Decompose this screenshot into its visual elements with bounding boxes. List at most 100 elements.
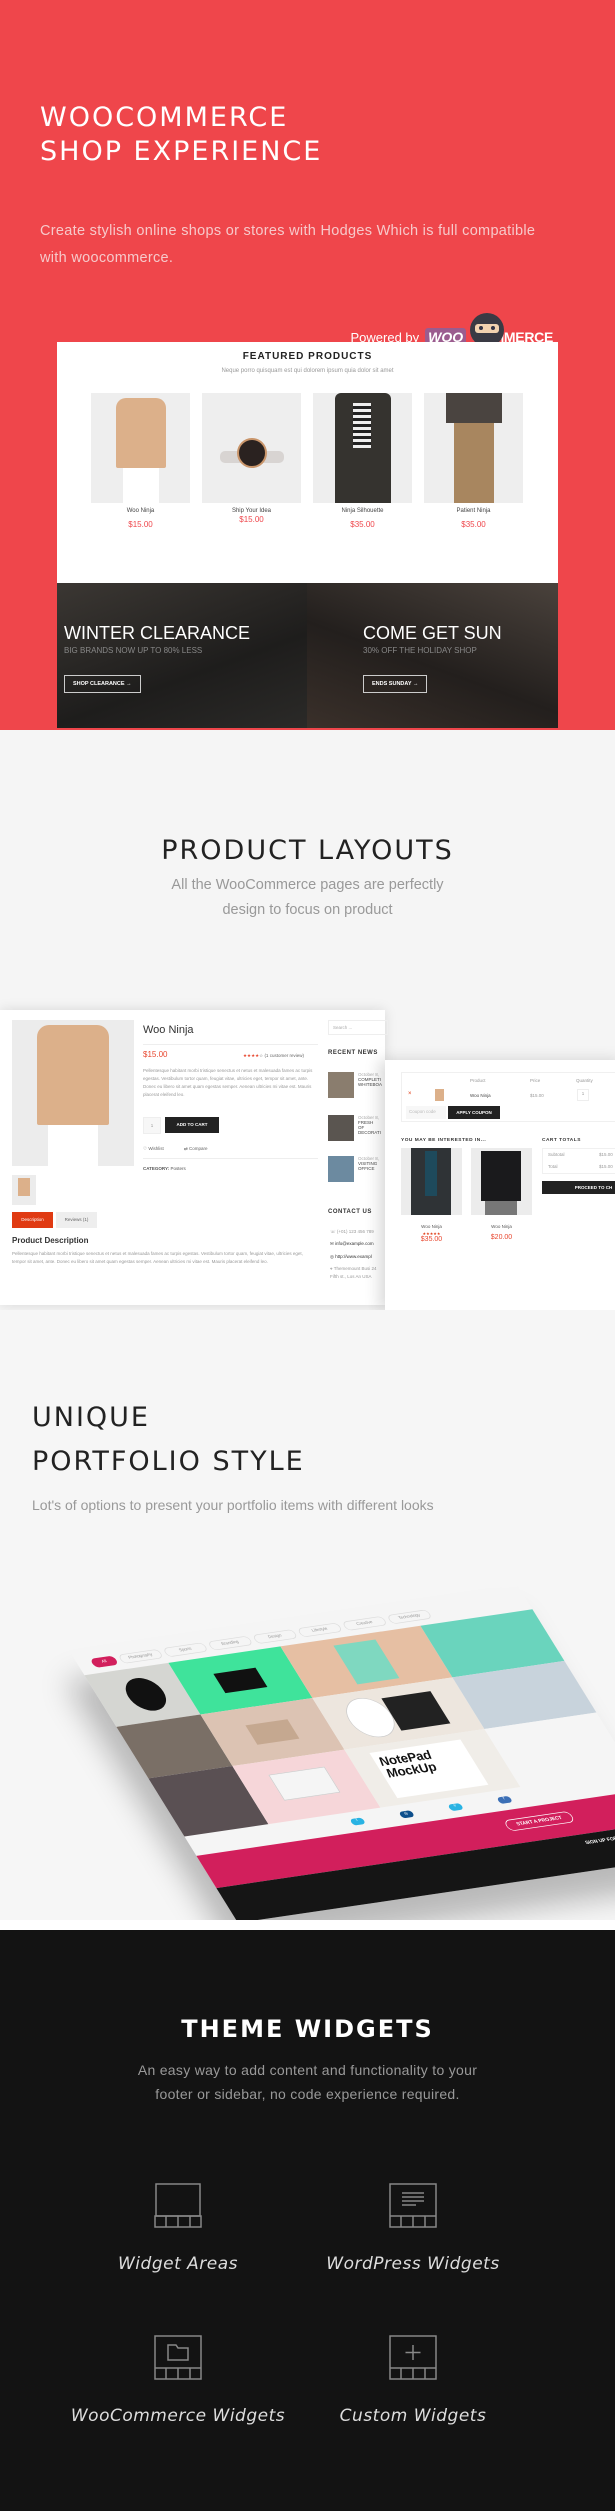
coupon-code-input[interactable]: Coupon code (406, 1106, 446, 1119)
widget-feature-widget-areas: Widget Areas (68, 2183, 288, 2274)
product-image-trousers[interactable] (424, 393, 523, 503)
woocommerce-widgets-icon (154, 2335, 202, 2380)
suggested-product[interactable]: Woo Ninja ★★★★★ $35.00 (401, 1148, 462, 1243)
phone-text: (+01) 123 456 789 (336, 1229, 374, 1234)
product-card[interactable]: Ship Your Idea $15.00 (202, 393, 301, 524)
category-link[interactable]: Posters (170, 1166, 185, 1171)
banner-subtitle: BIG BRANDS NOW UP TO 80% LESS (64, 646, 203, 655)
product-name[interactable]: Woo Ninja (91, 508, 190, 514)
product-name[interactable]: Ninja Silhouette (313, 508, 412, 514)
news-title[interactable]: COMPLETI WHITEBOA (358, 1077, 382, 1087)
quantity-input[interactable]: 1 (143, 1117, 161, 1134)
tab-description[interactable]: Description (12, 1212, 53, 1228)
contact-phone: ☏ (+01) 123 456 789 (330, 1229, 374, 1234)
product-card[interactable]: Ninja Silhouette $35.00 (313, 393, 412, 529)
total-value: $15.00 (599, 1164, 613, 1169)
single-product-screenshot: Woo Ninja $15.00 ★★★★☆ (1 customer revie… (0, 1010, 388, 1305)
category-label: CATEGORY: (143, 1166, 170, 1171)
divider (0, 1920, 615, 1930)
ends-sunday-button[interactable]: ENDS SUNDAY → (363, 675, 428, 693)
product-image-jacket[interactable] (313, 393, 412, 503)
dribbble-icon[interactable]: ◎ (398, 1810, 415, 1819)
widget-feature-custom-widgets: Custom Widgets (303, 2335, 523, 2426)
arrow-right-icon: → (412, 681, 419, 687)
filter-all[interactable]: All (89, 1655, 119, 1668)
review-count[interactable]: (1 customer review) (264, 1053, 304, 1058)
compare-label: Compare (189, 1146, 208, 1151)
compare-link[interactable]: ⇄ Compare (184, 1146, 208, 1152)
news-item[interactable]: October 8, VISITING OFFICE (328, 1156, 379, 1182)
proceed-to-checkout-button[interactable]: PROCEED TO CH (542, 1181, 615, 1194)
description-heading: Product Description (12, 1236, 89, 1245)
suggested-price: $20.00 (490, 1234, 513, 1241)
hero-title-line1: WOOCOMMERCE (40, 102, 289, 133)
wishlist-link[interactable]: ♡ Wishlist (143, 1146, 164, 1152)
winter-clearance-banner[interactable]: WINTER CLEARANCE BIG BRANDS NOW UP TO 80… (57, 583, 307, 728)
shop-clearance-button[interactable]: SHOP CLEARANCE → (64, 675, 141, 693)
suggested-product-image[interactable] (471, 1148, 532, 1215)
portfolio-title-line2: PORTFOLIO STYLE (32, 1446, 305, 1477)
add-to-cart-button[interactable]: ADD TO CART (165, 1117, 219, 1133)
product-card[interactable]: Woo Ninja $15.00 (91, 393, 190, 529)
subtotal-value: $15.00 (599, 1152, 613, 1157)
banner-subtitle: 30% OFF THE HOLIDAY SHOP (363, 646, 477, 655)
tab-reviews[interactable]: Reviews (1) (56, 1212, 97, 1228)
suggested-product-image[interactable] (401, 1148, 462, 1215)
product-name[interactable]: Patient Ninja (424, 508, 523, 514)
suggested-name[interactable]: Woo Ninja (401, 1223, 462, 1231)
suggested-price: $35.00 (420, 1236, 443, 1243)
banner-title: WINTER CLEARANCE (64, 623, 251, 643)
col-quantity: Quantity (576, 1078, 593, 1083)
woocommerce-hero-section: WOOCOMMERCE SHOP EXPERIENCE Create styli… (0, 0, 615, 730)
cart-item-name[interactable]: Woo Ninja (470, 1092, 491, 1100)
portfolio-title-line1: UNIQUE (32, 1402, 150, 1433)
product-price: $15.00 (239, 515, 264, 524)
facebook-icon[interactable]: f (496, 1795, 513, 1805)
filter-photography[interactable]: Photography (117, 1648, 164, 1664)
filter-branding[interactable]: Branding (207, 1635, 254, 1651)
wishlist-label: Wishlist (148, 1146, 164, 1151)
product-name[interactable]: Ship Your Idea (202, 508, 301, 514)
contact-email[interactable]: ✉ info@example.com (330, 1240, 385, 1248)
come-get-sun-banner[interactable]: COME GET SUN 30% OFF THE HOLIDAY SHOP EN… (307, 583, 558, 728)
hero-subtitle: Create stylish online shops or stores wi… (40, 223, 536, 266)
banner-title: COME GET SUN (363, 623, 502, 643)
twitter-icon[interactable]: t (349, 1817, 366, 1826)
filter-lifestyle[interactable]: Lifestyle (296, 1622, 343, 1638)
layouts-title: PRODUCT LAYOUTS (161, 835, 454, 866)
news-title[interactable]: FRESH OF DECORATI (358, 1120, 381, 1135)
col-price: Price (530, 1078, 541, 1083)
address-text: Thememount Busi 24 Fifth st., Los An USA (330, 1266, 377, 1279)
apply-coupon-button[interactable]: APPLY COUPON (448, 1106, 500, 1119)
button-label: ENDS SUNDAY (372, 681, 412, 687)
featured-subtitle: Neque porro quisquam est qui dolorem ips… (221, 368, 394, 374)
hero-title-line2: SHOP EXPERIENCE (40, 136, 323, 167)
vimeo-icon[interactable]: v (447, 1802, 464, 1812)
product-image-watch[interactable] (202, 393, 301, 503)
product-thumbnail[interactable] (12, 1175, 36, 1205)
start-project-button[interactable]: START A PROJECT (503, 1810, 576, 1832)
layouts-subtitle-line2: design to focus on product (222, 902, 393, 918)
featured-title: FEATURED PRODUCTS (242, 351, 373, 362)
star-rating-icon: ★★★★ (243, 1053, 260, 1058)
product-rating: ★★★★☆ (1 customer review) (243, 1053, 304, 1058)
suggested-product[interactable]: Woo Ninja $20.00 (471, 1148, 532, 1241)
filter-technology[interactable]: Technology (386, 1609, 433, 1625)
widget-areas-icon (154, 2183, 202, 2228)
filter-creative[interactable]: Creative (341, 1615, 388, 1631)
product-card[interactable]: Patient Ninja $35.00 (424, 393, 523, 529)
product-image-sweater[interactable] (91, 393, 190, 503)
contact-website[interactable]: ◎ http://www.exampl (330, 1253, 385, 1261)
product-layouts-section: PRODUCT LAYOUTS All the WooCommerce page… (0, 730, 615, 1310)
contact-address: ⌖ Thememount Busi 24 Fifth st., Los An U… (330, 1266, 377, 1279)
news-item[interactable]: October 8, FRESH OF DECORATI (328, 1115, 381, 1141)
news-title[interactable]: VISITING OFFICE (358, 1161, 378, 1171)
cart-qty-input[interactable]: 1 (577, 1089, 589, 1101)
filter-sports[interactable]: Sports (162, 1642, 209, 1658)
filter-design[interactable]: Design (252, 1629, 299, 1645)
suggested-name[interactable]: Woo Ninja (471, 1223, 532, 1231)
description-text: Pellentesque habitant morbi tristique se… (12, 1251, 303, 1264)
news-item[interactable]: October 8, COMPLETI WHITEBOA (328, 1072, 382, 1098)
sidebar-search-input[interactable]: Search ... (328, 1020, 388, 1035)
remove-item-icon[interactable]: × (408, 1091, 412, 1097)
